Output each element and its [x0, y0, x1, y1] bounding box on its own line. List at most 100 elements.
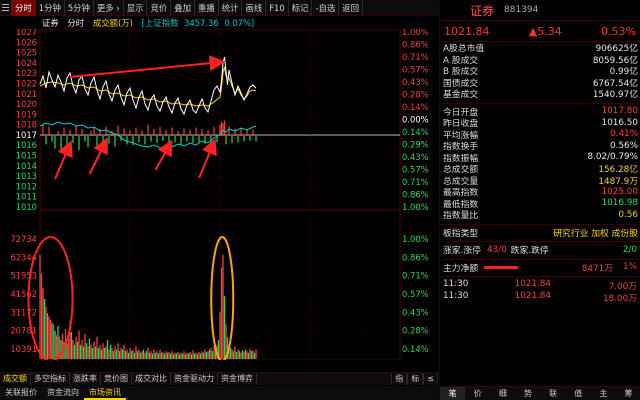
sector-type-value[interactable]: 研究行业 加权 成份股	[553, 226, 638, 239]
pct-tick-label: 0.14%	[402, 102, 429, 112]
intraday-chart[interactable]: 1027 1026 1025 1024 1023 1022 1021 1020 1019 1018…	[0, 29, 438, 360]
chart-mode-label: 分时	[67, 18, 85, 28]
pct-tick-label: 0.43%	[402, 152, 429, 162]
main-flow-pct: 1%	[623, 262, 637, 273]
price-tick-label: 1021	[16, 89, 37, 99]
indicator-mark-button[interactable]: 标	[407, 373, 424, 385]
indicator-tab-fund-game[interactable]: 资金博弈	[218, 373, 257, 385]
volume-pct-label: 0.14%	[402, 344, 429, 354]
quote-code: 881394	[504, 5, 539, 15]
quote-change: ▲5.34	[528, 24, 562, 38]
index-ref-value: 3457.36	[184, 18, 219, 28]
volume-tick-label: 41562	[10, 289, 37, 299]
toolbar-more-button[interactable]: 更多 ›	[94, 0, 124, 16]
updown-down-value: 2/0	[622, 244, 637, 255]
indicator-index-button[interactable]: 指	[391, 373, 408, 385]
quote-header: 证券 881394	[440, 0, 640, 20]
index-stat-value: 1025.00	[601, 186, 638, 197]
pct-tick-label: 0.28%	[402, 90, 429, 100]
market-summary-label: 基金成交	[443, 90, 479, 101]
spike-highlight-circle	[210, 236, 235, 360]
footer-tab-market-news[interactable]: 市场资讯	[84, 386, 126, 400]
footer-tab-related-quote[interactable]: 关联报价	[0, 386, 42, 400]
time-tick-label: 14:00	[298, 359, 322, 360]
toolbar-display-button[interactable]: 显示	[124, 0, 148, 16]
pct-tick-label: 0.71%	[402, 52, 429, 62]
pct-tick-label: 0.57%	[402, 165, 429, 175]
sector-type-label: 板指类型	[443, 228, 479, 239]
index-stat-value: 8.02/0.79%	[587, 152, 639, 163]
price-tick-label: 1017	[16, 130, 37, 140]
volume-tick-label: 72734	[10, 234, 37, 244]
toolbar-stats-button[interactable]: 统计	[219, 0, 243, 16]
price-tick-label: 1013	[16, 171, 37, 181]
indicator-tab-long-short[interactable]: 多空指标	[31, 373, 70, 385]
index-stat-value: 1487.9万	[598, 176, 638, 187]
volume-unit-label: 成交额(万)	[92, 18, 133, 28]
toolbar-auction-button[interactable]: 竞价	[147, 0, 172, 16]
index-stat-value: 0.56%	[610, 140, 638, 151]
volume-tick-label: 10391	[10, 344, 37, 354]
price-tick-label: 1012	[16, 181, 37, 191]
panel-tabs: 笔价细势联值主筹	[440, 386, 640, 400]
panel-tab[interactable]: 联	[541, 387, 566, 400]
price-tick-label: 1026	[16, 37, 37, 47]
indicator-tab-updown-ratio[interactable]: 涨跌率	[70, 373, 101, 385]
price-tick-label: 1018	[16, 120, 37, 130]
index-stat-value: 1016.50	[601, 117, 638, 128]
toolbar-mark-button[interactable]: 标记	[289, 0, 313, 16]
sector-type-row: 板指类型 研究行业 加权 成份股	[440, 227, 640, 239]
trade-tick-row: 11:30 1021.84 7.00万	[440, 279, 640, 292]
quote-panel: 证券 881394 1021.84 ▲5.34 0.53% A股总市值 90662…	[439, 0, 640, 400]
index-ref-label: [上证指数	[141, 18, 179, 28]
toolbar-overlay-button[interactable]: 叠加	[171, 0, 195, 16]
main-flow-label: 主力净额	[443, 263, 479, 274]
panel-tab[interactable]: 势	[515, 387, 540, 400]
main-flow-value: 8471万	[581, 263, 614, 274]
panel-tab[interactable]: 主	[591, 387, 616, 400]
panel-tab[interactable]: 价	[465, 387, 490, 400]
panel-tab[interactable]: 笔	[440, 387, 466, 400]
market-summary: A股总市值 906625亿 A 股成交 8059.56亿 B 股成交 0.99亿 国债成交 6…	[440, 42, 640, 100]
toolbar-f10-button[interactable]: F10	[266, 0, 289, 16]
annotation-arrow	[88, 137, 108, 175]
indicator-tab-compare[interactable]: 成交对比	[132, 373, 171, 385]
pct-tick-label: 0.71%	[402, 177, 429, 187]
index-ref-change: 0.07%]	[224, 18, 255, 28]
market-summary-value: 1540.97亿	[592, 90, 638, 101]
panel-tab[interactable]: 值	[566, 387, 591, 400]
price-tick-label: 1022	[16, 78, 37, 88]
toolbar-back-button[interactable]: 返回	[339, 0, 363, 16]
price-tick-label: 1027	[16, 29, 37, 37]
indicator-collapse-button[interactable]: ≤	[423, 373, 438, 385]
quote-price: 1021.84	[444, 24, 490, 38]
index-stat-row: 指数量比 0.56	[440, 209, 640, 222]
toolbar-replay-button[interactable]: 重播	[195, 0, 219, 16]
index-stat-value: 1016.98	[601, 198, 638, 209]
quote-pct: 0.53%	[601, 24, 636, 38]
menu-icon[interactable]	[0, 0, 12, 16]
panel-tab[interactable]: 筹	[616, 387, 640, 400]
pct-tick-label: 1.00%	[402, 29, 429, 37]
indicator-tab-auction[interactable]: 竞价图	[101, 373, 132, 385]
indicator-tab-turnover[interactable]: 成交额	[0, 373, 31, 385]
index-stats: 今日开盘 1017.80 昨日收盘 1016.50 平均涨幅 0.41% 指数换手 0.56%…	[440, 106, 640, 221]
indicator-tab-fund-drive[interactable]: 资金驱动力	[171, 373, 218, 385]
trade-tick-time: 11:30	[443, 279, 469, 289]
volume-tick-label: 31172	[10, 307, 37, 317]
toolbar-tab-1min[interactable]: 1分钟	[36, 0, 65, 16]
price-tick-label: 1014	[16, 161, 37, 171]
trade-tick-vol: 7.00万	[608, 282, 637, 292]
annotation-arrow	[198, 138, 217, 179]
toolbar-draw-button[interactable]: 画线	[242, 0, 267, 16]
app-window: 分时 1分钟 5分钟 更多 › 显示 竞价 叠加 重播 统计 画线 F10 标记…	[0, 0, 640, 400]
trade-tick-price: 1021.84	[514, 290, 551, 301]
footer-tab-fund-flow[interactable]: 资金流向	[42, 386, 84, 400]
panel-tab[interactable]: 细	[490, 387, 515, 400]
trade-tick-price: 1021.84	[514, 279, 551, 289]
updown-up-value: 43/0	[486, 244, 507, 255]
toolbar-tab-intraday[interactable]: 分时	[12, 0, 36, 16]
time-tick-label: 15:00	[376, 359, 400, 360]
toolbar-tab-5min[interactable]: 5分钟	[65, 0, 94, 16]
toolbar-remove-watchlist-button[interactable]: -自选	[312, 0, 340, 16]
